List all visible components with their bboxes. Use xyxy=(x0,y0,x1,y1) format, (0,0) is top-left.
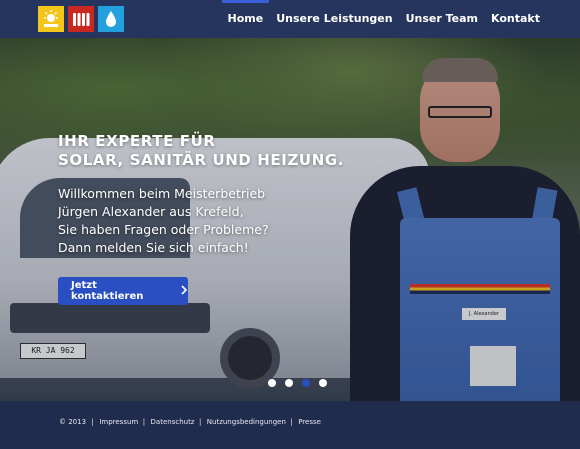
top-navigation: Home Unsere Leistungen Unser Team Kontak… xyxy=(0,0,580,38)
main-menu: Home Unsere Leistungen Unser Team Kontak… xyxy=(221,0,540,38)
footer-link-impressum[interactable]: Impressum xyxy=(99,418,138,426)
footer: © 2013 | Impressum | Datenschutz | Nutzu… xyxy=(0,401,580,449)
slider-dot-3[interactable] xyxy=(302,379,310,387)
hero-headline: IHR EXPERTE FÜR SOLAR, SANITÄR UND HEIZU… xyxy=(58,132,344,170)
slider-dot-2[interactable] xyxy=(285,379,293,387)
chevron-right-icon xyxy=(180,285,188,297)
contact-cta-button[interactable]: Jetzt kontaktieren xyxy=(58,277,188,305)
nav-item-unsere-leistungen[interactable]: Unsere Leistungen xyxy=(276,0,392,38)
cta-label: Jetzt kontaktieren xyxy=(71,280,144,302)
headline-line-2: SOLAR, SANITÄR UND HEIZUNG. xyxy=(58,151,345,169)
logo[interactable] xyxy=(38,6,124,32)
intro-line-3: Sie haben Fragen oder Probleme? xyxy=(58,222,269,237)
headline-line-1: IHR EXPERTE FÜR xyxy=(58,132,216,150)
hero-intro: Willkommen beim Meisterbetrieb Jürgen Al… xyxy=(58,185,269,257)
sun-icon xyxy=(38,6,64,32)
slider-dot-4[interactable] xyxy=(319,379,327,387)
intro-line-1: Willkommen beim Meisterbetrieb xyxy=(58,186,266,201)
slider-dot-1[interactable] xyxy=(268,379,276,387)
intro-line-4: Dann melden Sie sich einfach! xyxy=(58,240,249,255)
hero-slider: KR JA 962 J. Alexander IHR EXPERTE FÜR S… xyxy=(0,38,580,401)
radiator-icon xyxy=(68,6,94,32)
water-drop-icon xyxy=(98,6,124,32)
nav-item-unser-team[interactable]: Unser Team xyxy=(406,0,478,38)
nav-item-kontakt[interactable]: Kontakt xyxy=(491,0,540,38)
nav-item-home[interactable]: Home xyxy=(221,0,269,38)
footer-links: © 2013 | Impressum | Datenschutz | Nutzu… xyxy=(59,418,321,426)
footer-link-nutzungsbedingungen[interactable]: Nutzungsbedingungen xyxy=(207,418,286,426)
slider-pagination xyxy=(268,379,327,387)
footer-link-datenschutz[interactable]: Datenschutz xyxy=(151,418,195,426)
footer-link-presse[interactable]: Presse xyxy=(298,418,321,426)
intro-line-2: Jürgen Alexander aus Krefeld, xyxy=(58,204,244,219)
copyright: © 2013 xyxy=(59,418,87,426)
